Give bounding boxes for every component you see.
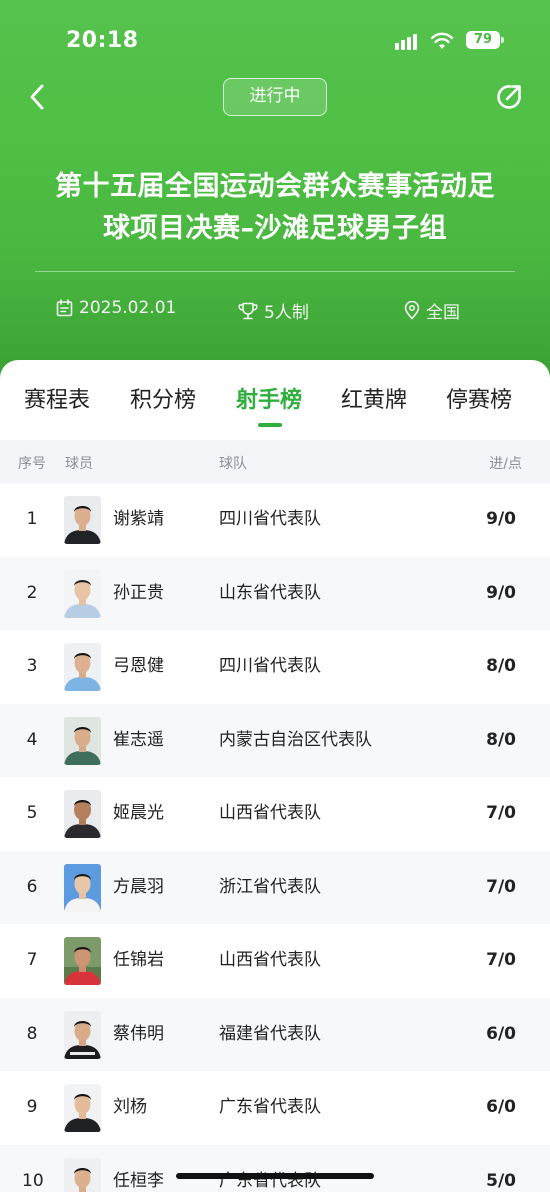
table-row[interactable]: 7 任锦岩 山西省代表队 7/0 — [0, 924, 550, 998]
goals-penalties: 8/0 — [486, 729, 516, 750]
goals-penalties: 6/0 — [486, 1023, 516, 1044]
table-header: 序号 球员 球队 进/点 — [0, 440, 550, 483]
match-status-badge: 进行中 — [223, 78, 327, 116]
goals-penalties: 7/0 — [486, 876, 516, 897]
tab-cards[interactable]: 红黄牌 — [341, 382, 407, 414]
event-header: 20:18 79 进行中 第十五届全国运动会群众赛事活动足 球项目决赛–沙滩足球… — [0, 0, 550, 400]
player-team: 福建省代表队 — [219, 1023, 321, 1044]
calendar-icon — [56, 299, 73, 317]
location-pin-icon — [404, 301, 420, 320]
row-rank: 5 — [26, 803, 38, 823]
column-player: 球员 — [65, 456, 93, 472]
goals-penalties: 6/0 — [486, 1097, 516, 1117]
player-name: 任桓李 — [113, 1170, 164, 1191]
goals-penalties: 9/0 — [486, 509, 516, 529]
row-rank: 9 — [26, 1097, 38, 1117]
table-row[interactable]: 10 任桓李 广东省代表队 5/0 — [0, 1144, 550, 1192]
status-bar: 20:18 79 — [0, 22, 550, 62]
table-row[interactable]: 6 方晨羽 浙江省代表队 7/0 — [0, 850, 550, 924]
player-name: 任锦岩 — [113, 950, 164, 970]
signal-icon — [395, 32, 417, 50]
row-rank: 10 — [22, 1170, 44, 1191]
row-rank: 6 — [26, 876, 38, 897]
player-team: 浙江省代表队 — [219, 876, 321, 897]
table-row[interactable]: 2 孙正贵 山东省代表队 9/0 — [0, 556, 550, 630]
player-team: 内蒙古自治区代表队 — [219, 729, 372, 750]
player-team: 山东省代表队 — [219, 582, 321, 603]
event-title-line-2: 球项目决赛–沙滩足球男子组 — [103, 213, 447, 244]
row-rank: 2 — [26, 582, 38, 603]
player-name: 方晨羽 — [113, 876, 164, 897]
avatar — [64, 496, 101, 544]
table-row[interactable]: 8 蔡伟明 福建省代表队 6/0 — [0, 997, 550, 1071]
player-team: 四川省代表队 — [219, 509, 321, 529]
table-row[interactable]: 9 刘杨 广东省代表队 6/0 — [0, 1071, 550, 1145]
tab-standings[interactable]: 积分榜 — [130, 382, 196, 414]
avatar — [64, 1084, 101, 1132]
event-format: 5人制 — [238, 298, 309, 323]
goals-penalties: 5/0 — [486, 1170, 516, 1191]
avatar — [64, 790, 101, 838]
content-card: 赛程表 积分榜 射手榜 红黄牌 停赛榜 序号 球员 球队 进/点 1 谢紫靖 四… — [0, 360, 550, 1192]
wifi-icon — [430, 32, 454, 49]
avatar — [64, 569, 101, 618]
event-date: 2025.02.01 — [56, 298, 176, 318]
row-rank: 1 — [26, 509, 38, 529]
table-row[interactable]: 4 崔志遥 内蒙古自治区代表队 8/0 — [0, 703, 550, 777]
row-rank: 8 — [26, 1023, 38, 1044]
event-region-text: 全国 — [426, 303, 460, 323]
tab-bar: 赛程表 积分榜 射手榜 红黄牌 停赛榜 — [0, 360, 550, 440]
share-icon[interactable] — [494, 82, 524, 112]
player-team: 广东省代表队 — [219, 1170, 321, 1191]
event-title-line-1: 第十五届全国运动会群众赛事活动足 — [55, 171, 495, 202]
tab-schedule[interactable]: 赛程表 — [24, 382, 90, 414]
avatar — [64, 937, 101, 985]
table-row[interactable]: 5 姬晨光 山西省代表队 7/0 — [0, 777, 550, 851]
event-title: 第十五届全国运动会群众赛事活动足 球项目决赛–沙滩足球男子组 — [30, 166, 520, 250]
table-row[interactable]: 3 弓恩健 四川省代表队 8/0 — [0, 630, 550, 704]
event-region: 全国 — [404, 298, 460, 323]
avatar — [64, 643, 101, 691]
table-row[interactable]: 1 谢紫靖 四川省代表队 9/0 — [0, 483, 550, 557]
chevron-left-icon[interactable] — [24, 82, 52, 112]
row-rank: 4 — [26, 729, 38, 750]
goals-penalties: 9/0 — [486, 582, 516, 603]
home-indicator[interactable] — [176, 1173, 374, 1179]
player-name: 姬晨光 — [113, 803, 164, 823]
trophy-icon — [238, 302, 258, 319]
column-score: 进/点 — [489, 456, 522, 472]
player-team: 山西省代表队 — [219, 950, 321, 970]
column-rank: 序号 — [18, 456, 46, 472]
column-team: 球队 — [219, 456, 247, 472]
goals-penalties: 7/0 — [486, 950, 516, 970]
player-team: 四川省代表队 — [219, 656, 321, 676]
goals-penalties: 8/0 — [486, 656, 516, 676]
avatar — [64, 1010, 101, 1059]
goals-penalties: 7/0 — [486, 803, 516, 823]
status-time: 20:18 — [66, 28, 139, 53]
tab-suspensions[interactable]: 停赛榜 — [446, 382, 512, 414]
player-name: 孙正贵 — [113, 582, 164, 603]
event-date-text: 2025.02.01 — [79, 298, 177, 318]
active-tab-indicator — [258, 423, 282, 427]
event-format-text: 5人制 — [264, 303, 309, 323]
header-divider — [35, 271, 515, 272]
player-name: 刘杨 — [113, 1097, 147, 1117]
row-rank: 3 — [26, 656, 38, 676]
row-rank: 7 — [26, 950, 38, 970]
player-name: 弓恩健 — [113, 656, 164, 676]
avatar — [64, 716, 101, 765]
avatar — [64, 1157, 101, 1192]
player-name: 蔡伟明 — [113, 1023, 164, 1044]
scorer-list: 1 谢紫靖 四川省代表队 9/0 2 孙正贵 山东省代表队 9/0 3 弓恩健 … — [0, 483, 550, 1192]
player-team: 广东省代表队 — [219, 1097, 321, 1117]
player-team: 山西省代表队 — [219, 803, 321, 823]
battery-icon: 79 — [466, 31, 504, 49]
avatar — [64, 863, 101, 912]
player-name: 崔志遥 — [113, 729, 164, 750]
player-name: 谢紫靖 — [113, 509, 164, 529]
tab-scorers[interactable]: 射手榜 — [236, 382, 302, 414]
